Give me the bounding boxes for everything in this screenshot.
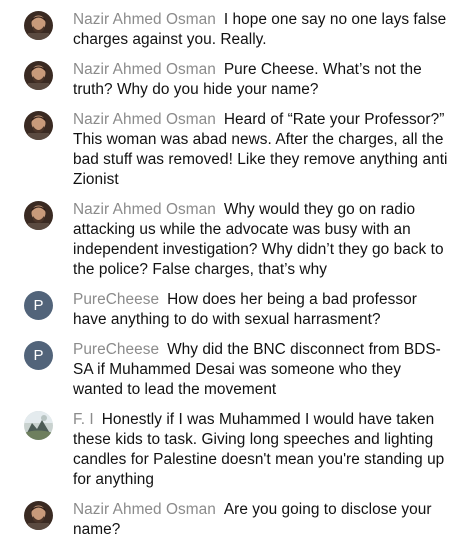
author-name[interactable]: PureCheese	[73, 291, 159, 308]
avatar[interactable]: P	[24, 341, 53, 370]
message-body: Nazir Ahmed Osman Heard of “Rate your Pro…	[73, 110, 453, 190]
message-body: Nazir Ahmed Osman Pure Cheese. What’s not…	[73, 60, 453, 100]
avatar[interactable]	[24, 61, 53, 90]
avatar[interactable]	[24, 411, 53, 440]
avatar[interactable]	[24, 11, 53, 40]
message-text: Honestly if I was Muhammed I would have …	[73, 411, 445, 488]
author-name[interactable]: Nazir Ahmed Osman	[73, 11, 216, 28]
message-body: F. I Honestly if I was Muhammed I would h…	[73, 410, 453, 490]
author-name[interactable]: Nazir Ahmed Osman	[73, 501, 216, 518]
avatar[interactable]	[24, 111, 53, 140]
avatar[interactable]	[24, 501, 53, 530]
message-body: Nazir Ahmed Osman I hope one say no one l…	[73, 10, 453, 50]
message-body: Nazir Ahmed Osman Why would they go on ra…	[73, 200, 453, 280]
avatar[interactable]: P	[24, 291, 53, 320]
author-name[interactable]: Nazir Ahmed Osman	[73, 61, 216, 78]
live-chat-messages: Nazir Ahmed Osman I hope one say no one l…	[0, 0, 469, 543]
message-body: PureCheese How does her being a bad profe…	[73, 290, 453, 330]
avatar-letter: P	[33, 297, 44, 314]
avatar-letter: P	[33, 347, 44, 364]
message-body: Nazir Ahmed Osman Are you going to disclo…	[73, 500, 453, 540]
author-name[interactable]: Nazir Ahmed Osman	[73, 201, 216, 218]
author-name[interactable]: F. I	[73, 411, 94, 428]
avatar[interactable]	[24, 201, 53, 230]
message-body: PureCheese Why did the BNC disconnect fro…	[73, 340, 453, 400]
author-name[interactable]: PureCheese	[73, 341, 159, 358]
author-name[interactable]: Nazir Ahmed Osman	[73, 111, 216, 128]
